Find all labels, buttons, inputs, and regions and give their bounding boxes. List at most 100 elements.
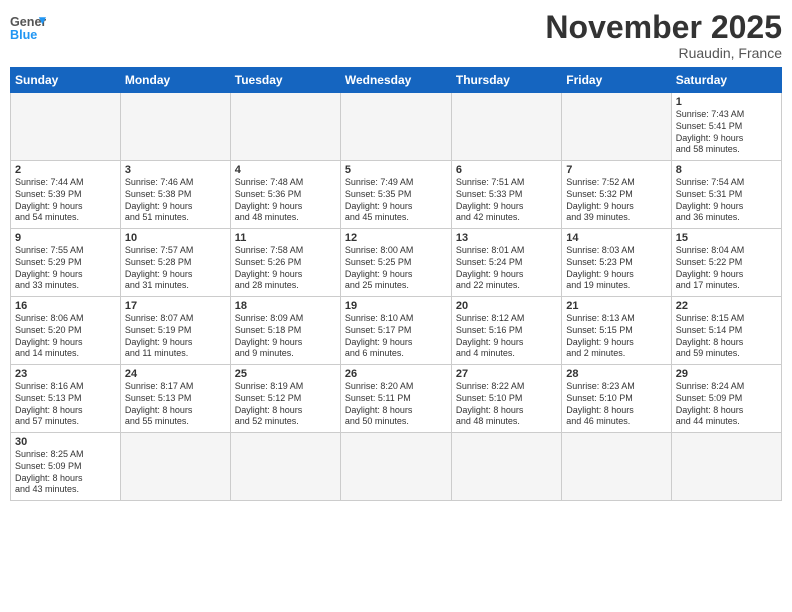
day-number: 25 — [235, 368, 336, 380]
calendar-cell — [451, 93, 561, 161]
day-number: 18 — [235, 300, 336, 312]
calendar-cell: 20Sunrise: 8:12 AM Sunset: 5:16 PM Dayli… — [451, 297, 561, 365]
day-info: Sunrise: 7:43 AM Sunset: 5:41 PM Dayligh… — [676, 109, 777, 156]
calendar-cell: 12Sunrise: 8:00 AM Sunset: 5:25 PM Dayli… — [340, 229, 451, 297]
calendar-cell — [451, 433, 561, 501]
calendar-cell — [230, 93, 340, 161]
calendar-subtitle: Ruaudin, France — [545, 45, 782, 61]
day-info: Sunrise: 7:58 AM Sunset: 5:26 PM Dayligh… — [235, 245, 336, 292]
day-info: Sunrise: 7:55 AM Sunset: 5:29 PM Dayligh… — [15, 245, 116, 292]
week-row-5: 30Sunrise: 8:25 AM Sunset: 5:09 PM Dayli… — [11, 433, 782, 501]
day-info: Sunrise: 8:13 AM Sunset: 5:15 PM Dayligh… — [566, 313, 666, 360]
day-number: 14 — [566, 232, 666, 244]
week-row-3: 16Sunrise: 8:06 AM Sunset: 5:20 PM Dayli… — [11, 297, 782, 365]
day-info: Sunrise: 8:06 AM Sunset: 5:20 PM Dayligh… — [15, 313, 116, 360]
day-number: 30 — [15, 436, 116, 448]
day-info: Sunrise: 7:51 AM Sunset: 5:33 PM Dayligh… — [456, 177, 557, 224]
weekday-header-friday: Friday — [562, 68, 671, 93]
day-info: Sunrise: 8:07 AM Sunset: 5:19 PM Dayligh… — [125, 313, 226, 360]
day-info: Sunrise: 8:24 AM Sunset: 5:09 PM Dayligh… — [676, 381, 777, 428]
day-number: 6 — [456, 164, 557, 176]
day-number: 16 — [15, 300, 116, 312]
calendar-cell: 11Sunrise: 7:58 AM Sunset: 5:26 PM Dayli… — [230, 229, 340, 297]
day-number: 22 — [676, 300, 777, 312]
calendar-cell — [340, 433, 451, 501]
day-info: Sunrise: 8:19 AM Sunset: 5:12 PM Dayligh… — [235, 381, 336, 428]
logo: General Blue — [10, 10, 46, 46]
day-info: Sunrise: 8:20 AM Sunset: 5:11 PM Dayligh… — [345, 381, 447, 428]
calendar-cell: 21Sunrise: 8:13 AM Sunset: 5:15 PM Dayli… — [562, 297, 671, 365]
header: General Blue November 2025 Ruaudin, Fran… — [10, 10, 782, 61]
week-row-4: 23Sunrise: 8:16 AM Sunset: 5:13 PM Dayli… — [11, 365, 782, 433]
calendar-cell: 29Sunrise: 8:24 AM Sunset: 5:09 PM Dayli… — [671, 365, 781, 433]
calendar-cell: 28Sunrise: 8:23 AM Sunset: 5:10 PM Dayli… — [562, 365, 671, 433]
day-info: Sunrise: 8:03 AM Sunset: 5:23 PM Dayligh… — [566, 245, 666, 292]
calendar-cell — [340, 93, 451, 161]
day-info: Sunrise: 8:22 AM Sunset: 5:10 PM Dayligh… — [456, 381, 557, 428]
calendar-cell — [671, 433, 781, 501]
day-info: Sunrise: 7:49 AM Sunset: 5:35 PM Dayligh… — [345, 177, 447, 224]
day-number: 11 — [235, 232, 336, 244]
calendar-cell: 5Sunrise: 7:49 AM Sunset: 5:35 PM Daylig… — [340, 161, 451, 229]
calendar-cell: 16Sunrise: 8:06 AM Sunset: 5:20 PM Dayli… — [11, 297, 121, 365]
calendar-cell: 14Sunrise: 8:03 AM Sunset: 5:23 PM Dayli… — [562, 229, 671, 297]
calendar-cell: 24Sunrise: 8:17 AM Sunset: 5:13 PM Dayli… — [120, 365, 230, 433]
weekday-header-monday: Monday — [120, 68, 230, 93]
calendar-cell: 18Sunrise: 8:09 AM Sunset: 5:18 PM Dayli… — [230, 297, 340, 365]
calendar-page: General Blue November 2025 Ruaudin, Fran… — [0, 0, 792, 612]
day-info: Sunrise: 8:10 AM Sunset: 5:17 PM Dayligh… — [345, 313, 447, 360]
day-number: 15 — [676, 232, 777, 244]
day-info: Sunrise: 7:46 AM Sunset: 5:38 PM Dayligh… — [125, 177, 226, 224]
day-info: Sunrise: 8:15 AM Sunset: 5:14 PM Dayligh… — [676, 313, 777, 360]
weekday-header-row: SundayMondayTuesdayWednesdayThursdayFrid… — [11, 68, 782, 93]
day-number: 10 — [125, 232, 226, 244]
day-number: 19 — [345, 300, 447, 312]
day-info: Sunrise: 8:16 AM Sunset: 5:13 PM Dayligh… — [15, 381, 116, 428]
calendar-cell: 2Sunrise: 7:44 AM Sunset: 5:39 PM Daylig… — [11, 161, 121, 229]
day-info: Sunrise: 8:01 AM Sunset: 5:24 PM Dayligh… — [456, 245, 557, 292]
day-info: Sunrise: 8:04 AM Sunset: 5:22 PM Dayligh… — [676, 245, 777, 292]
day-number: 27 — [456, 368, 557, 380]
day-info: Sunrise: 7:44 AM Sunset: 5:39 PM Dayligh… — [15, 177, 116, 224]
day-info: Sunrise: 8:17 AM Sunset: 5:13 PM Dayligh… — [125, 381, 226, 428]
weekday-header-saturday: Saturday — [671, 68, 781, 93]
calendar-table: SundayMondayTuesdayWednesdayThursdayFrid… — [10, 67, 782, 501]
calendar-cell — [230, 433, 340, 501]
day-info: Sunrise: 8:00 AM Sunset: 5:25 PM Dayligh… — [345, 245, 447, 292]
weekday-header-thursday: Thursday — [451, 68, 561, 93]
calendar-cell: 8Sunrise: 7:54 AM Sunset: 5:31 PM Daylig… — [671, 161, 781, 229]
title-block: November 2025 Ruaudin, France — [545, 10, 782, 61]
calendar-cell — [562, 433, 671, 501]
day-number: 17 — [125, 300, 226, 312]
calendar-cell: 15Sunrise: 8:04 AM Sunset: 5:22 PM Dayli… — [671, 229, 781, 297]
week-row-0: 1Sunrise: 7:43 AM Sunset: 5:41 PM Daylig… — [11, 93, 782, 161]
day-info: Sunrise: 8:25 AM Sunset: 5:09 PM Dayligh… — [15, 449, 116, 496]
day-number: 2 — [15, 164, 116, 176]
calendar-title: November 2025 — [545, 10, 782, 45]
day-number: 12 — [345, 232, 447, 244]
day-info: Sunrise: 7:57 AM Sunset: 5:28 PM Dayligh… — [125, 245, 226, 292]
calendar-cell — [562, 93, 671, 161]
day-number: 4 — [235, 164, 336, 176]
calendar-cell: 23Sunrise: 8:16 AM Sunset: 5:13 PM Dayli… — [11, 365, 121, 433]
calendar-cell — [11, 93, 121, 161]
calendar-cell: 17Sunrise: 8:07 AM Sunset: 5:19 PM Dayli… — [120, 297, 230, 365]
calendar-cell: 30Sunrise: 8:25 AM Sunset: 5:09 PM Dayli… — [11, 433, 121, 501]
day-number: 1 — [676, 96, 777, 108]
calendar-cell: 26Sunrise: 8:20 AM Sunset: 5:11 PM Dayli… — [340, 365, 451, 433]
logo-icon: General Blue — [10, 10, 46, 46]
day-number: 20 — [456, 300, 557, 312]
week-row-2: 9Sunrise: 7:55 AM Sunset: 5:29 PM Daylig… — [11, 229, 782, 297]
day-info: Sunrise: 7:48 AM Sunset: 5:36 PM Dayligh… — [235, 177, 336, 224]
weekday-header-tuesday: Tuesday — [230, 68, 340, 93]
weekday-header-sunday: Sunday — [11, 68, 121, 93]
day-number: 24 — [125, 368, 226, 380]
calendar-cell: 25Sunrise: 8:19 AM Sunset: 5:12 PM Dayli… — [230, 365, 340, 433]
day-number: 28 — [566, 368, 666, 380]
calendar-cell: 3Sunrise: 7:46 AM Sunset: 5:38 PM Daylig… — [120, 161, 230, 229]
day-number: 7 — [566, 164, 666, 176]
calendar-cell — [120, 433, 230, 501]
day-number: 9 — [15, 232, 116, 244]
calendar-cell: 6Sunrise: 7:51 AM Sunset: 5:33 PM Daylig… — [451, 161, 561, 229]
day-number: 8 — [676, 164, 777, 176]
